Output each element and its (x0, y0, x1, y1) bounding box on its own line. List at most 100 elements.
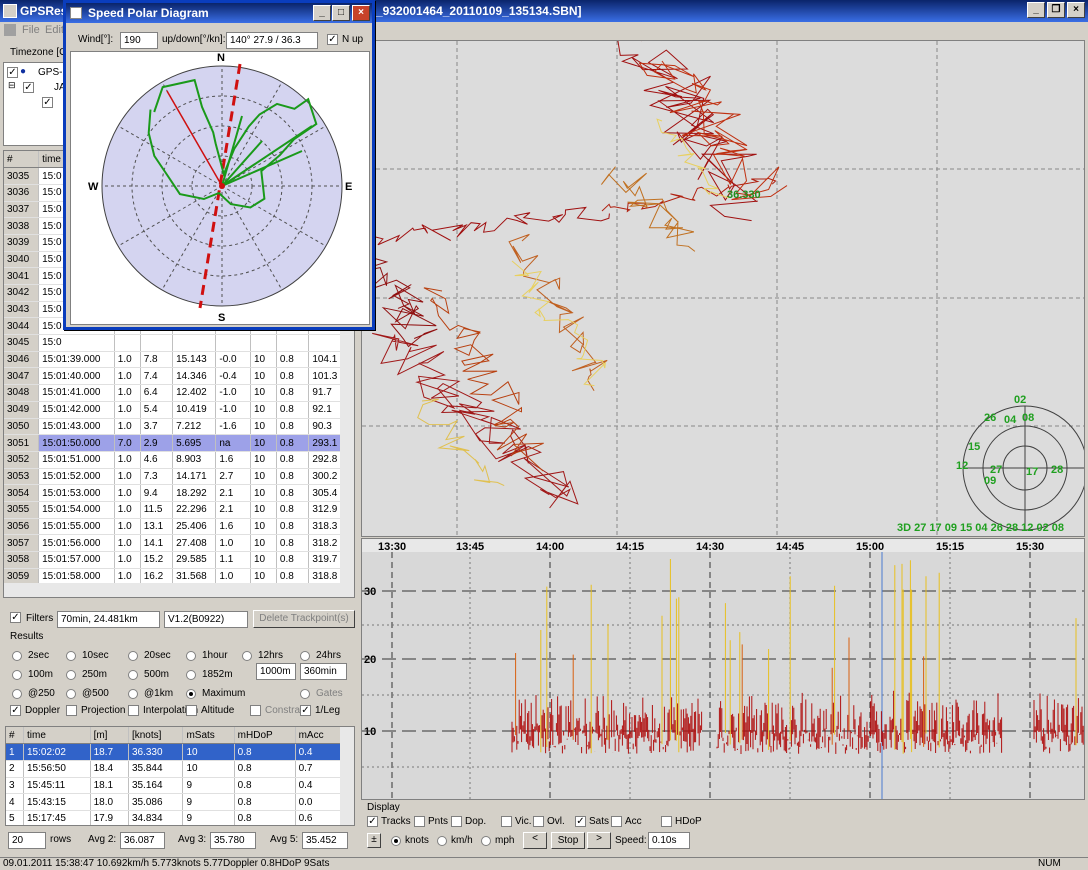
results-col-header[interactable]: [knots] (128, 727, 184, 745)
nup-checkbox[interactable]: ✓ (327, 34, 338, 45)
display-check-Sats[interactable]: ✓ (575, 816, 586, 827)
track-row[interactable]: 3052 15:01:51.000 1.0 4.6 8.903 1.6 10 0.8 292.8 (4, 451, 344, 469)
radio-Maximum[interactable] (186, 689, 196, 699)
filters-checkbox[interactable]: ✓ (10, 612, 21, 623)
display-check-Tracks[interactable]: ✓ (367, 816, 378, 827)
delete-trackpoints-button[interactable]: Delete Trackpoint(s) (253, 610, 355, 628)
minimize-icon[interactable]: _ (1027, 2, 1045, 18)
display-check-Dop.[interactable] (451, 816, 462, 827)
radio-1hour[interactable] (186, 651, 196, 661)
speed-timeline-chart[interactable]: 13:30 13:45 14:00 14:15 14:30 14:45 15:00 15:15… (361, 538, 1085, 800)
radio-250m[interactable] (66, 670, 76, 680)
prev-button[interactable]: < (523, 832, 547, 849)
radio-Gates[interactable] (300, 689, 310, 699)
results-input-1000m[interactable]: 1000m (256, 663, 296, 680)
radio-10sec[interactable] (66, 651, 76, 661)
radio-label: 1hour (202, 650, 228, 661)
track-cell: 15.2 (140, 551, 174, 569)
unit-radio-km/h[interactable] (437, 836, 447, 846)
check-Constrain[interactable] (250, 705, 261, 716)
radio-24hrs[interactable] (300, 651, 310, 661)
radio-100m[interactable] (12, 670, 22, 680)
check-Altitude[interactable] (186, 705, 197, 716)
display-check-Ovl.[interactable] (533, 816, 544, 827)
tree-child-checkbox[interactable]: ✓ (23, 82, 34, 93)
track-row[interactable]: 3054 15:01:53.000 1.0 9.4 18.292 2.1 10 0.8 305.… (4, 484, 344, 502)
speed-label: Speed: (615, 835, 647, 846)
results-row[interactable]: 3 15:45:11 18.1 35.164 9 0.8 0.4 (6, 777, 343, 795)
display-check-Acc[interactable] (611, 816, 622, 827)
track-cell: 3051 (4, 434, 40, 452)
display-check-Pnts[interactable] (414, 816, 425, 827)
speed-field[interactable]: 0.10s (648, 832, 690, 849)
track-map[interactable]: 36.330 02 04 08 26 15 12 27 17 28 09 3D 27 17 09 15… (361, 40, 1085, 537)
menu-file[interactable]: File (22, 24, 40, 36)
results-col-header[interactable]: mAcc (295, 727, 343, 745)
results-cell: 0.4 (295, 743, 343, 761)
menu-edit[interactable]: Edit (45, 24, 64, 36)
polar-maximize-icon[interactable]: □ (332, 5, 350, 21)
track-row[interactable]: 3057 15:01:56.000 1.0 14.1 27.408 1.0 10 0.8 318… (4, 534, 344, 552)
track-row[interactable]: 3049 15:01:42.000 1.0 5.4 10.419 -1.0 10 0.8 92.… (4, 401, 344, 419)
radio-2sec[interactable] (12, 651, 22, 661)
results-scrollbar[interactable] (340, 727, 354, 825)
radio-@1km[interactable] (128, 689, 138, 699)
results-row[interactable]: 4 15:43:15 18.0 35.086 9 0.8 0.0 (6, 793, 343, 811)
stop-button[interactable]: Stop (551, 832, 585, 849)
unit-radio-knots[interactable] (391, 836, 401, 846)
wind-field[interactable]: 190 (120, 32, 158, 49)
results-row[interactable]: 2 15:56:50 18.4 35.844 10 0.8 0.7 (6, 760, 343, 778)
restore-icon[interactable]: ❐ (1047, 2, 1065, 18)
display-check-HDoP[interactable] (661, 816, 672, 827)
track-row[interactable]: 3045 15:0 (4, 334, 344, 352)
compass-e: E (345, 181, 352, 193)
results-input-360min[interactable]: 360min (300, 663, 347, 680)
results-col-header[interactable]: mHDoP (234, 727, 296, 745)
track-row[interactable]: 3050 15:01:43.000 1.0 3.7 7.212 -1.6 10 0.8 90.3 (4, 418, 344, 436)
track-row[interactable]: 3058 15:01:57.000 1.0 15.2 29.585 1.1 10 0.8 319… (4, 551, 344, 569)
polar-close-icon[interactable]: × (352, 5, 370, 21)
polar-minimize-icon[interactable]: _ (313, 5, 331, 21)
results-col-header[interactable]: time (23, 727, 91, 745)
check-Doppler[interactable]: ✓ (10, 705, 21, 716)
display-check-Vic.[interactable] (501, 816, 512, 827)
tree-expand-icon[interactable]: ⊟ (8, 80, 16, 91)
results-cell: 9 (182, 793, 235, 811)
track-row[interactable]: 3051 15:01:50.000 7.0 2.9 5.695 na 10 0.8 293.1 (4, 434, 344, 452)
speed-spinner-icon[interactable]: ± (367, 833, 381, 848)
check-Interpolation[interactable] (128, 705, 139, 716)
track-row[interactable]: 3056 15:01:55.000 1.0 13.1 25.406 1.6 10 0.8 318… (4, 518, 344, 536)
track-cell: 0.8 (276, 418, 310, 436)
results-col-header[interactable]: # (6, 727, 24, 745)
radio-500m[interactable] (128, 670, 138, 680)
track-cell (250, 334, 277, 352)
tree-root-checkbox[interactable]: ✓ (7, 67, 18, 78)
track-row[interactable]: 3055 15:01:54.000 1.0 11.5 22.296 2.1 10 0.8 312… (4, 501, 344, 519)
track-col-header[interactable]: # (4, 151, 40, 169)
radio-20sec[interactable] (128, 651, 138, 661)
track-cell: 14.171 (172, 468, 217, 486)
track-table-hscroll[interactable] (4, 583, 354, 597)
tree-leaf-checkbox[interactable]: ✓ (42, 97, 53, 108)
track-row[interactable]: 3046 15:01:39.000 1.0 7.8 15.143 -0.0 10 0.8 104… (4, 351, 344, 369)
speed-polar-window[interactable]: Speed Polar Diagram _ □ × Wind[°]: 190 u… (63, 0, 375, 330)
unit-radio-mph[interactable] (481, 836, 491, 846)
radio-1852m[interactable] (186, 670, 196, 680)
track-row[interactable]: 3048 15:01:41.000 1.0 6.4 12.402 -1.0 10 0.8 91.… (4, 384, 344, 402)
next-button[interactable]: > (587, 832, 611, 849)
track-cell: 8.903 (172, 451, 217, 469)
track-row[interactable]: 3047 15:01:40.000 1.0 7.4 14.346 -0.4 10 0.8 101… (4, 367, 344, 386)
results-col-header[interactable]: [m] (90, 727, 129, 745)
check-Projection[interactable] (66, 705, 77, 716)
results-row[interactable]: 1 15:02:02 18.7 36.330 10 0.8 0.4 (6, 743, 343, 761)
results-col-header[interactable]: mSats (182, 727, 235, 745)
results-row[interactable]: 5 15:17:45 17.9 34.834 9 0.8 0.6 (6, 810, 343, 825)
check-1/Leg[interactable]: ✓ (300, 705, 311, 716)
track-cell: 101.3 (308, 367, 344, 386)
track-row[interactable]: 3053 15:01:52.000 1.0 7.3 14.171 2.7 10 0.8 300.… (4, 468, 344, 486)
radio-12hrs[interactable] (242, 651, 252, 661)
radio-@250[interactable] (12, 689, 22, 699)
close-icon[interactable]: × (1067, 2, 1085, 18)
radio-@500[interactable] (66, 689, 76, 699)
rows-spinner[interactable]: 20 (8, 832, 46, 849)
